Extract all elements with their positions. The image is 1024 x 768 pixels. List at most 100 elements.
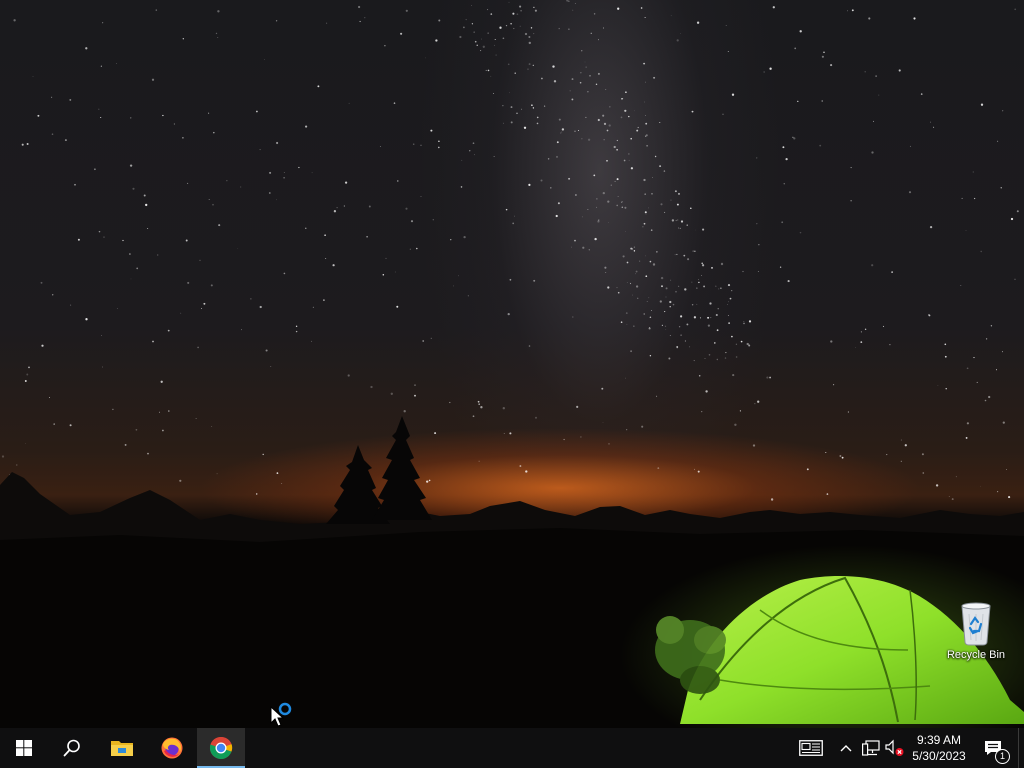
star	[226, 180, 228, 182]
star	[770, 498, 774, 501]
star	[390, 392, 393, 395]
star	[477, 400, 480, 403]
star	[1016, 210, 1019, 213]
star	[694, 229, 696, 231]
star	[635, 285, 639, 288]
star	[519, 25, 521, 27]
star	[690, 207, 692, 209]
star	[493, 155, 495, 157]
star	[493, 44, 495, 46]
desktop[interactable]: Recycle Bin	[0, 0, 1024, 728]
star	[1014, 8, 1017, 11]
star	[510, 106, 513, 109]
star	[623, 159, 626, 162]
star	[541, 77, 543, 80]
taskbar: 9:39 AM 5/30/2023	[0, 728, 1024, 768]
start-button[interactable]	[0, 728, 48, 768]
star	[472, 415, 475, 418]
star	[509, 278, 512, 281]
star	[649, 355, 652, 357]
star	[26, 373, 29, 376]
star	[908, 191, 912, 194]
star	[645, 115, 646, 116]
star	[563, 438, 565, 441]
star	[428, 479, 431, 482]
star	[850, 167, 852, 169]
star	[70, 304, 72, 306]
star	[742, 270, 744, 273]
star	[453, 285, 454, 287]
star	[51, 96, 53, 98]
search-button[interactable]	[48, 728, 96, 768]
star	[973, 357, 975, 359]
star	[632, 294, 633, 296]
star	[533, 279, 536, 282]
star	[626, 323, 628, 325]
star	[122, 239, 124, 242]
taskbar-app-file-explorer[interactable]	[98, 728, 146, 768]
star	[558, 27, 560, 30]
show-desktop-button[interactable]	[1018, 728, 1024, 768]
star	[676, 345, 679, 348]
star	[692, 250, 695, 253]
star	[579, 81, 582, 84]
star	[182, 38, 184, 40]
star	[855, 347, 856, 349]
star	[572, 316, 574, 318]
star	[1014, 278, 1016, 280]
star	[516, 112, 518, 114]
star	[752, 444, 756, 447]
star	[557, 202, 560, 205]
star	[720, 287, 722, 289]
star	[680, 220, 684, 223]
star	[552, 65, 555, 68]
star	[472, 142, 475, 145]
star	[652, 263, 656, 266]
star	[626, 429, 628, 431]
star	[574, 194, 577, 196]
star	[701, 275, 702, 276]
star	[16, 464, 18, 466]
star	[669, 335, 671, 336]
star	[1008, 496, 1011, 499]
volume-button[interactable]	[884, 728, 906, 768]
star	[607, 286, 610, 289]
star	[616, 204, 619, 207]
star	[642, 226, 644, 228]
star	[621, 202, 622, 204]
star	[621, 201, 623, 203]
star	[868, 17, 871, 20]
star	[414, 394, 416, 397]
star	[625, 312, 628, 314]
star	[461, 159, 463, 161]
star	[465, 19, 467, 21]
star	[598, 39, 599, 41]
desktop-icon-recycle-bin[interactable]: Recycle Bin	[940, 600, 1012, 670]
network-button[interactable]	[860, 728, 882, 768]
star	[630, 137, 632, 140]
star	[643, 62, 646, 65]
star	[826, 493, 829, 495]
star	[415, 247, 418, 250]
star	[69, 424, 72, 427]
star	[298, 166, 300, 169]
news-widget-button[interactable]	[797, 728, 825, 768]
star	[674, 254, 676, 256]
star	[603, 122, 607, 126]
star	[616, 287, 618, 289]
star	[467, 295, 469, 297]
star	[698, 279, 699, 280]
taskbar-app-firefox[interactable]	[148, 728, 196, 768]
star	[37, 114, 40, 117]
star	[825, 451, 827, 454]
clock[interactable]: 9:39 AM 5/30/2023	[905, 728, 973, 768]
star	[763, 71, 765, 73]
star	[51, 294, 54, 296]
star	[311, 340, 313, 342]
star	[847, 411, 849, 413]
star	[928, 314, 931, 317]
star	[644, 17, 646, 18]
show-hidden-icons-button[interactable]	[837, 728, 855, 768]
taskbar-app-chrome[interactable]	[197, 728, 245, 768]
star	[460, 186, 463, 188]
